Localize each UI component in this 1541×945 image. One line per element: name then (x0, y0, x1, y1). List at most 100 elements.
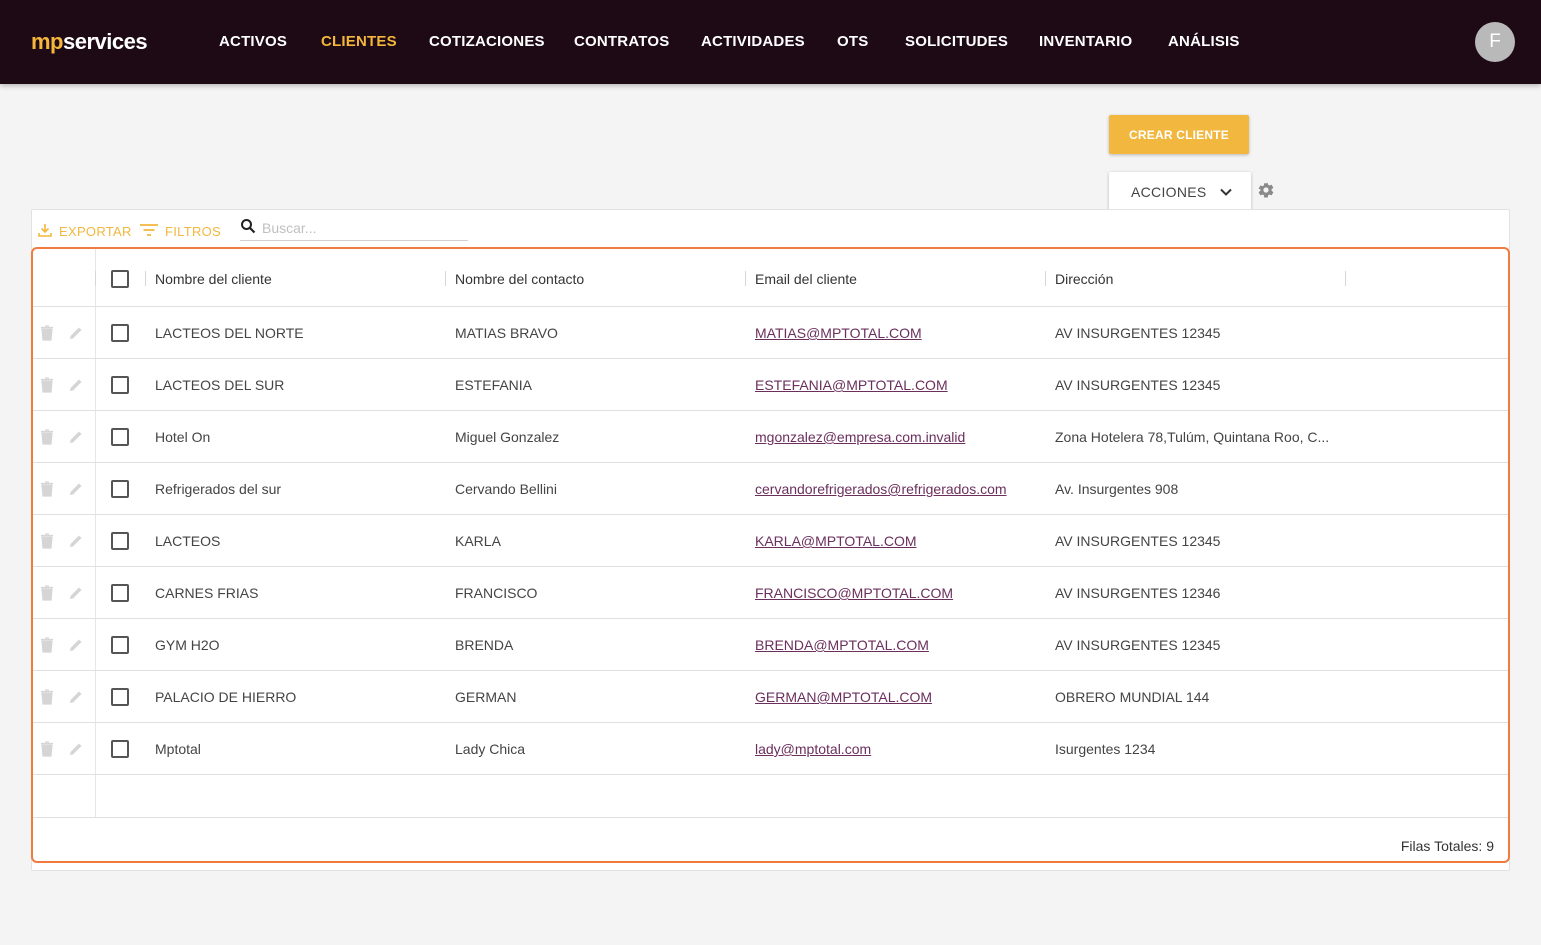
actions-dropdown-button[interactable]: ACCIONES (1109, 172, 1251, 211)
brand-logo[interactable]: mpservices (31, 29, 148, 55)
pencil-icon[interactable] (68, 377, 82, 393)
trash-icon[interactable] (40, 429, 54, 445)
trash-icon[interactable] (40, 585, 54, 601)
pencil-icon[interactable] (68, 533, 82, 549)
cell-contact-name: Cervando Bellini (455, 481, 557, 497)
trash-icon[interactable] (40, 377, 54, 393)
cell-contact-name: ESTEFANIA (455, 377, 533, 393)
pencil-icon[interactable] (68, 481, 82, 497)
column-separator (445, 271, 446, 286)
trash-icon[interactable] (40, 689, 54, 705)
column-header-client-name[interactable]: Nombre del cliente (155, 271, 272, 287)
search-icon (240, 218, 256, 238)
nav-item-clientes[interactable]: CLIENTES (321, 33, 397, 50)
brand-suffix: services (63, 29, 148, 54)
table-row[interactable]: LACTEOS DEL NORTE MATIAS BRAVO MATIAS@MPTO… (33, 307, 1508, 359)
cell-email-link[interactable]: FRANCISCO@MPTOTAL.COM (755, 585, 1035, 601)
cell-contact-name: Lady Chica (455, 741, 526, 757)
nav-item-activos[interactable]: ACTIVOS (219, 33, 287, 50)
chevron-down-icon (1219, 185, 1233, 199)
column-separator (95, 271, 96, 286)
cell-contact-name: FRANCISCO (455, 585, 538, 601)
table-row[interactable]: LACTEOS DEL SUR ESTEFANIA ESTEFANIA@MPTOTA… (33, 359, 1508, 411)
cell-client-name: LACTEOS (155, 533, 221, 549)
nav-item-actividades[interactable]: ACTIVIDADES (701, 33, 805, 50)
column-separator (1345, 271, 1346, 286)
row-checkbox[interactable] (111, 324, 129, 342)
row-checkbox[interactable] (111, 740, 129, 758)
actions-dropdown-label: ACCIONES (1131, 183, 1207, 200)
cell-contact-name: Miguel Gonzalez (455, 429, 560, 445)
cell-address: OBRERO MUNDIAL 144 (1055, 689, 1210, 705)
trash-icon[interactable] (40, 481, 54, 497)
cell-address: AV INSURGENTES 12345 (1055, 325, 1221, 341)
gear-icon[interactable] (1257, 181, 1275, 199)
cell-contact-name: KARLA (455, 533, 501, 549)
nav-item-analisis[interactable]: ANÁLISIS (1168, 33, 1240, 50)
cell-contact-name: BRENDA (455, 637, 514, 653)
filters-label: FILTROS (165, 224, 222, 239)
table-row[interactable]: Mptotal Lady Chica lady@mptotal.com Isurgen… (33, 723, 1508, 775)
trash-icon[interactable] (40, 533, 54, 549)
table-row[interactable]: Hotel On Miguel Gonzalez mgonzalez@empresa… (33, 411, 1508, 463)
row-checkbox[interactable] (111, 532, 129, 550)
table-row[interactable]: PALACIO DE HIERRO GERMAN GERMAN@MPTOTAL.CO… (33, 671, 1508, 723)
column-separator (745, 271, 746, 286)
column-header-email[interactable]: Email del cliente (755, 271, 857, 287)
table-row[interactable]: LACTEOS KARLA KARLA@MPTOTAL.COM AV INSURGEN… (33, 515, 1508, 567)
nav-item-solicitudes[interactable]: SOLICITUDES (905, 33, 1008, 50)
pencil-icon[interactable] (68, 325, 82, 341)
row-checkbox[interactable] (111, 636, 129, 654)
table-footer: Filas Totales: 9 (33, 817, 1508, 861)
user-avatar[interactable]: F (1475, 22, 1515, 62)
column-header-contact-name[interactable]: Nombre del contacto (455, 271, 584, 287)
cell-email-link[interactable]: KARLA@MPTOTAL.COM (755, 533, 1035, 549)
pencil-icon[interactable] (68, 637, 82, 653)
cell-client-name: LACTEOS DEL SUR (155, 377, 285, 393)
column-header-address[interactable]: Dirección (1055, 271, 1113, 287)
cell-address: AV INSURGENTES 12345 (1055, 377, 1221, 393)
create-client-button[interactable]: CREAR CLIENTE (1109, 115, 1249, 154)
pencil-icon[interactable] (68, 585, 82, 601)
row-checkbox[interactable] (111, 584, 129, 602)
nav-item-ots[interactable]: OTS (837, 33, 868, 50)
cell-email-link[interactable]: ESTEFANIA@MPTOTAL.COM (755, 377, 1035, 393)
trash-icon[interactable] (40, 741, 54, 757)
cell-address: AV INSURGENTES 12345 (1055, 533, 1221, 549)
cell-email-link[interactable]: BRENDA@MPTOTAL.COM (755, 637, 1035, 653)
filters-button[interactable]: FILTROS (139, 222, 221, 241)
cell-address: AV INSURGENTES 12345 (1055, 637, 1221, 653)
cell-email-link[interactable]: mgonzalez@empresa.com.invalid (755, 429, 1035, 445)
select-all-checkbox[interactable] (111, 270, 129, 288)
pencil-icon[interactable] (68, 689, 82, 705)
pencil-icon[interactable] (68, 741, 82, 757)
row-checkbox[interactable] (111, 428, 129, 446)
trash-icon[interactable] (40, 637, 54, 653)
column-separator (1045, 271, 1046, 286)
search-input[interactable] (262, 220, 462, 236)
filter-icon (139, 222, 159, 241)
row-checkbox[interactable] (111, 688, 129, 706)
brand-prefix: mp (31, 29, 64, 54)
nav-item-cotizaciones[interactable]: COTIZACIONES (429, 33, 545, 50)
cell-email-link[interactable]: MATIAS@MPTOTAL.COM (755, 325, 1035, 341)
table-row[interactable]: CARNES FRIAS FRANCISCO FRANCISCO@MPTOTAL.C… (33, 567, 1508, 619)
export-button[interactable]: EXPORTAR (37, 222, 132, 241)
table-row[interactable]: GYM H2O BRENDA BRENDA@MPTOTAL.COM AV INSURG… (33, 619, 1508, 671)
pencil-icon[interactable] (68, 429, 82, 445)
table-row[interactable]: Refrigerados del sur Cervando Bellini cerv… (33, 463, 1508, 515)
cell-client-name: Refrigerados del sur (155, 481, 282, 497)
cell-address: Av. Insurgentes 908 (1055, 481, 1179, 497)
cell-client-name: PALACIO DE HIERRO (155, 689, 297, 705)
column-separator (145, 271, 146, 286)
cell-email-link[interactable]: lady@mptotal.com (755, 741, 1035, 757)
row-checkbox[interactable] (111, 376, 129, 394)
trash-icon[interactable] (40, 325, 54, 341)
row-checkbox[interactable] (111, 480, 129, 498)
cell-address: Isurgentes 1234 (1055, 741, 1156, 757)
nav-item-inventario[interactable]: INVENTARIO (1039, 33, 1132, 50)
total-rows-label: Filas Totales: 9 (1400, 838, 1494, 854)
nav-item-contratos[interactable]: CONTRATOS (574, 33, 669, 50)
cell-email-link[interactable]: cervandorefrigerados@refrigerados.com (755, 481, 1035, 497)
cell-email-link[interactable]: GERMAN@MPTOTAL.COM (755, 689, 1035, 705)
